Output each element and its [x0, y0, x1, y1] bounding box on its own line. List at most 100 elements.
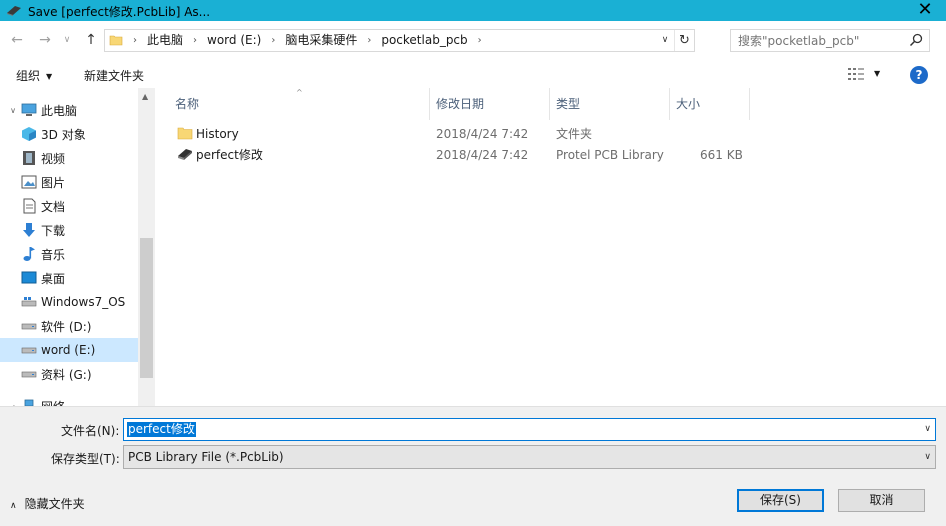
nav-item-pictures[interactable]: 图片	[0, 170, 138, 194]
folder-icon	[109, 33, 123, 50]
breadcrumb: › 此电脑 › word (E:) › 脑电采集硬件 › pocketlab_p…	[129, 30, 486, 51]
scroll-up-arrow-icon[interactable]: ▲	[142, 92, 148, 101]
expand-chevron-icon[interactable]: ∨	[0, 106, 20, 115]
folder-icon	[177, 126, 193, 147]
nav-item-drive-e[interactable]: word (E:)	[0, 338, 138, 362]
computer-icon	[20, 102, 38, 118]
nav-item-label: Windows7_OS	[41, 295, 126, 309]
picture-icon	[20, 174, 38, 190]
breadcrumb-separator-icon[interactable]: ›	[474, 30, 486, 51]
nav-item-label: 资料 (G:)	[41, 367, 92, 382]
breadcrumb-separator-icon[interactable]: ›	[363, 30, 375, 51]
file-name: History	[196, 127, 239, 141]
chevron-up-icon: ∧	[10, 501, 17, 511]
navigation-pane: ∨ 此电脑 3D 对象 视频 图片 文档 下载 音乐 桌面 Windows7_O…	[0, 88, 155, 406]
cube-icon	[20, 126, 38, 142]
save-form: 文件名(N): perfect修改 ∨ 保存类型(T): PCB Library…	[0, 406, 946, 526]
back-arrow-icon[interactable]: ←	[8, 31, 26, 49]
scrollbar-thumb[interactable]	[140, 238, 153, 378]
nav-item-label: 下载	[41, 223, 66, 238]
help-icon[interactable]: ?	[910, 66, 928, 84]
nav-item-music[interactable]: 音乐	[0, 242, 138, 266]
refresh-icon[interactable]: ↻	[674, 30, 694, 51]
hide-folders-label: 隐藏文件夹	[24, 497, 85, 511]
nav-item-label: 桌面	[41, 271, 66, 286]
address-history-chevron-icon[interactable]: ∨	[658, 30, 672, 51]
file-type: 文件夹	[556, 127, 593, 141]
cancel-button[interactable]: 取消	[838, 489, 925, 512]
filetype-label: 保存类型(T):	[51, 452, 120, 466]
music-icon	[20, 246, 38, 262]
nav-item-downloads[interactable]: 下载	[0, 218, 138, 242]
view-options-icon[interactable]	[848, 68, 866, 83]
up-arrow-icon[interactable]: ↑	[82, 31, 100, 49]
breadcrumb-separator-icon[interactable]: ›	[129, 30, 141, 51]
search-icon[interactable]	[909, 33, 923, 50]
new-folder-button[interactable]: 新建文件夹	[84, 67, 144, 84]
nav-item-this-pc[interactable]: ∨ 此电脑	[0, 98, 138, 122]
drive-icon	[20, 342, 38, 358]
nav-item-documents[interactable]: 文档	[0, 194, 138, 218]
window-title: Save [perfect修改.PcbLib] As...	[28, 5, 211, 19]
hide-folders-toggle[interactable]: ∧ 隐藏文件夹	[10, 495, 85, 512]
file-name: perfect修改	[196, 148, 263, 162]
pcblib-file-icon	[177, 147, 193, 168]
nav-item-videos[interactable]: 视频	[0, 146, 138, 170]
close-icon[interactable]: ✕	[910, 0, 940, 21]
nav-item-label: 图片	[41, 175, 66, 190]
file-date: 2018/4/24 7:42	[436, 127, 529, 141]
title-bar: Save [perfect修改.PcbLib] As... ✕	[0, 0, 946, 21]
filename-chevron-down-icon[interactable]: ∨	[924, 419, 931, 440]
view-caret-down-icon[interactable]: ▼	[874, 69, 880, 78]
search-input[interactable]	[731, 30, 907, 51]
download-icon	[20, 222, 38, 238]
nav-item-desktop[interactable]: 桌面	[0, 266, 138, 290]
nav-item-windows7-os[interactable]: Windows7_OS	[0, 290, 138, 314]
file-row-history[interactable]: History 2018/4/24 7:42 文件夹	[170, 124, 750, 145]
filetype-value: PCB Library File (*.PcbLib)	[128, 450, 284, 464]
breadcrumb-drive-e[interactable]: word (E:)	[201, 30, 267, 51]
breadcrumb-separator-icon[interactable]: ›	[267, 30, 279, 51]
desktop-icon	[20, 270, 38, 286]
nav-item-drive-g[interactable]: 资料 (G:)	[0, 362, 138, 386]
filename-input[interactable]: perfect修改 ∨	[123, 418, 936, 441]
breadcrumb-this-pc[interactable]: 此电脑	[141, 30, 189, 51]
nav-item-label: 文档	[41, 199, 66, 214]
file-list: ^ 名称 修改日期 类型 大小 History 2018/4/24 7:42 文…	[156, 88, 946, 406]
nav-item-label: 此电脑	[41, 103, 78, 118]
nav-item-network[interactable]: › 网络	[0, 394, 138, 406]
column-header-size[interactable]: 大小	[670, 88, 750, 120]
file-size: 661 KB	[700, 148, 743, 162]
video-icon	[20, 150, 38, 166]
breadcrumb-separator-icon[interactable]: ›	[189, 30, 201, 51]
organize-menu-button[interactable]: 组织 ▼	[16, 67, 52, 84]
windows-drive-icon	[20, 294, 38, 310]
forward-arrow-icon[interactable]: →	[36, 31, 54, 49]
filename-value: perfect修改	[127, 422, 196, 437]
nav-item-drive-d[interactable]: 软件 (D:)	[0, 314, 138, 338]
filetype-chevron-down-icon[interactable]: ∨	[924, 446, 931, 468]
nav-item-label: 3D 对象	[41, 127, 86, 142]
save-button[interactable]: 保存(S)	[737, 489, 824, 512]
breadcrumb-pocketlab-pcb[interactable]: pocketlab_pcb	[375, 30, 473, 51]
nav-item-label: 视频	[41, 151, 66, 166]
column-header-date[interactable]: 修改日期	[430, 88, 550, 120]
file-row-perfect[interactable]: perfect修改 2018/4/24 7:42 Protel PCB Libr…	[170, 145, 750, 166]
breadcrumb-eeg-hardware[interactable]: 脑电采集硬件	[279, 30, 363, 51]
nav-item-3d-objects[interactable]: 3D 对象	[0, 122, 138, 146]
drive-icon	[20, 318, 38, 334]
nav-scrollbar[interactable]: ▲	[138, 88, 154, 406]
column-header-type[interactable]: 类型	[550, 88, 670, 120]
column-header-name[interactable]: 名称	[169, 88, 430, 120]
address-bar[interactable]: › 此电脑 › word (E:) › 脑电采集硬件 › pocketlab_p…	[104, 29, 695, 52]
nav-item-label: 软件 (D:)	[41, 319, 92, 334]
filename-label: 文件名(N):	[61, 424, 120, 438]
document-icon	[20, 198, 38, 214]
search-box	[730, 29, 930, 52]
recent-locations-chevron-icon[interactable]: ∨	[58, 31, 76, 49]
toolbar: 组织 ▼ 新建文件夹 ▼ ?	[0, 61, 946, 88]
filetype-select[interactable]: PCB Library File (*.PcbLib) ∨	[123, 445, 936, 469]
network-icon	[20, 398, 38, 406]
nav-item-label: word (E:)	[41, 343, 96, 357]
file-type: Protel PCB Library	[556, 148, 664, 162]
